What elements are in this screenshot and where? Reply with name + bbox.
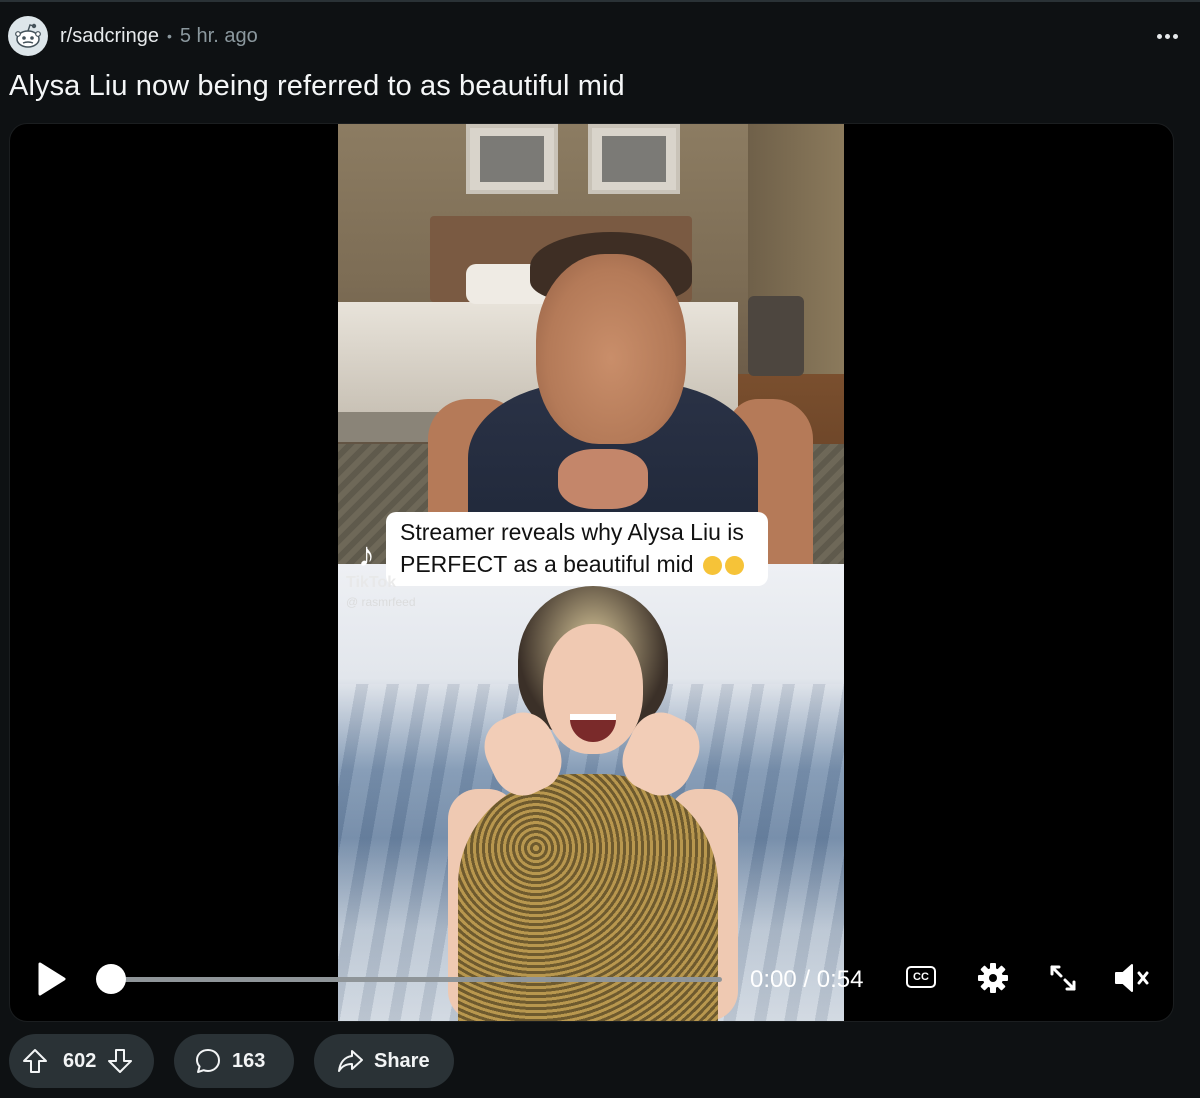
share-button[interactable]: Share <box>314 1034 454 1088</box>
subreddit-avatar[interactable] <box>8 16 48 56</box>
share-arrow-icon <box>338 1050 363 1072</box>
video-player[interactable]: Streamer reveals why Alysa Liu is PERFEC… <box>9 123 1174 1022</box>
share-label: Share <box>374 1049 430 1072</box>
wall-picture <box>588 124 680 194</box>
streamer-face <box>536 254 686 444</box>
closed-captions-icon[interactable]: CC <box>906 966 936 988</box>
more-options-icon[interactable] <box>1150 22 1184 50</box>
subreddit-name[interactable]: r/sadcringe <box>60 25 159 48</box>
play-icon[interactable] <box>34 960 68 998</box>
vote-control: 602 <box>9 1034 154 1088</box>
upvote-arrow-icon[interactable] <box>21 1047 49 1075</box>
caption-line-2: PERFECT as a beautiful mid <box>400 551 694 577</box>
comments-button[interactable]: 163 <box>174 1034 294 1088</box>
tiktok-logo-icon: ♪ <box>358 536 375 574</box>
downvote-arrow-icon[interactable] <box>106 1047 134 1075</box>
settings-gear-icon[interactable] <box>976 961 1010 995</box>
video-frame[interactable]: Streamer reveals why Alysa Liu is PERFEC… <box>338 124 844 1021</box>
comment-count: 163 <box>232 1049 266 1072</box>
expand-icon[interactable] <box>1046 961 1080 995</box>
caption-line-1: Streamer reveals why Alysa Liu is <box>400 519 744 545</box>
time-readout: 0:00 / 0:54 <box>750 966 864 993</box>
comment-bubble-icon <box>196 1049 220 1073</box>
tiktok-watermark: TikTok <box>346 574 397 591</box>
vote-count: 602 <box>63 1049 97 1072</box>
video-caption: Streamer reveals why Alysa Liu is PERFEC… <box>386 512 768 586</box>
flushed-emoji-icon <box>724 556 744 575</box>
muted-speaker-icon[interactable] <box>1112 961 1152 995</box>
progress-handle[interactable] <box>96 964 126 994</box>
progress-bar[interactable] <box>110 977 722 982</box>
reddit-snoo-icon <box>15 23 41 48</box>
post-time: 5 hr. ago <box>179 24 258 47</box>
top-divider <box>0 0 1200 2</box>
video-controls: 0:00 / 0:54 CC <box>10 944 1173 1014</box>
post-title[interactable]: Alysa Liu now being referred to as beaut… <box>9 70 625 103</box>
wall-picture <box>466 124 558 194</box>
shushing-emoji-icon <box>702 556 722 575</box>
streamer-scene <box>338 124 844 572</box>
meta-separator: • <box>166 28 172 44</box>
post-actions: 602 163 Share <box>9 1034 454 1088</box>
tiktok-handle: @ rasmrfeed <box>346 595 416 609</box>
post-header: r/sadcringe • 5 hr. ago <box>8 14 1192 58</box>
